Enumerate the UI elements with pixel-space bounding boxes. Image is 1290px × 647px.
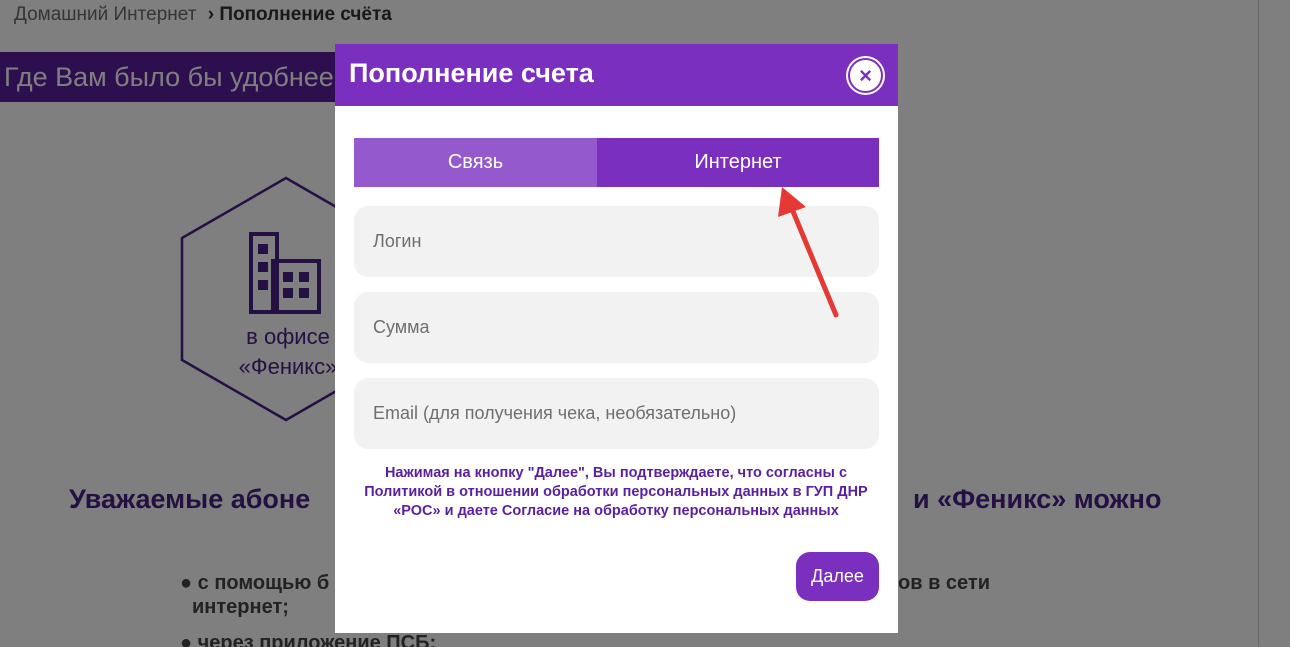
- consent-text: Нажимая на кнопку "Далее", Вы подтвержда…: [364, 465, 868, 519]
- topup-modal: Пополнение счета × Связь Интернет Нажима…: [335, 44, 898, 633]
- next-button[interactable]: Далее: [796, 552, 879, 601]
- modal-title: Пополнение счета: [349, 58, 594, 88]
- tab-bar: Связь Интернет: [354, 138, 879, 187]
- close-icon: ×: [859, 62, 872, 88]
- tab-svyaz[interactable]: Связь: [354, 138, 597, 187]
- annotation-arrow-icon: [778, 187, 839, 318]
- close-button[interactable]: ×: [848, 58, 883, 93]
- modal-header: Пополнение счета ×: [335, 44, 898, 106]
- tab-internet[interactable]: Интернет: [597, 138, 879, 187]
- email-input[interactable]: [354, 378, 879, 449]
